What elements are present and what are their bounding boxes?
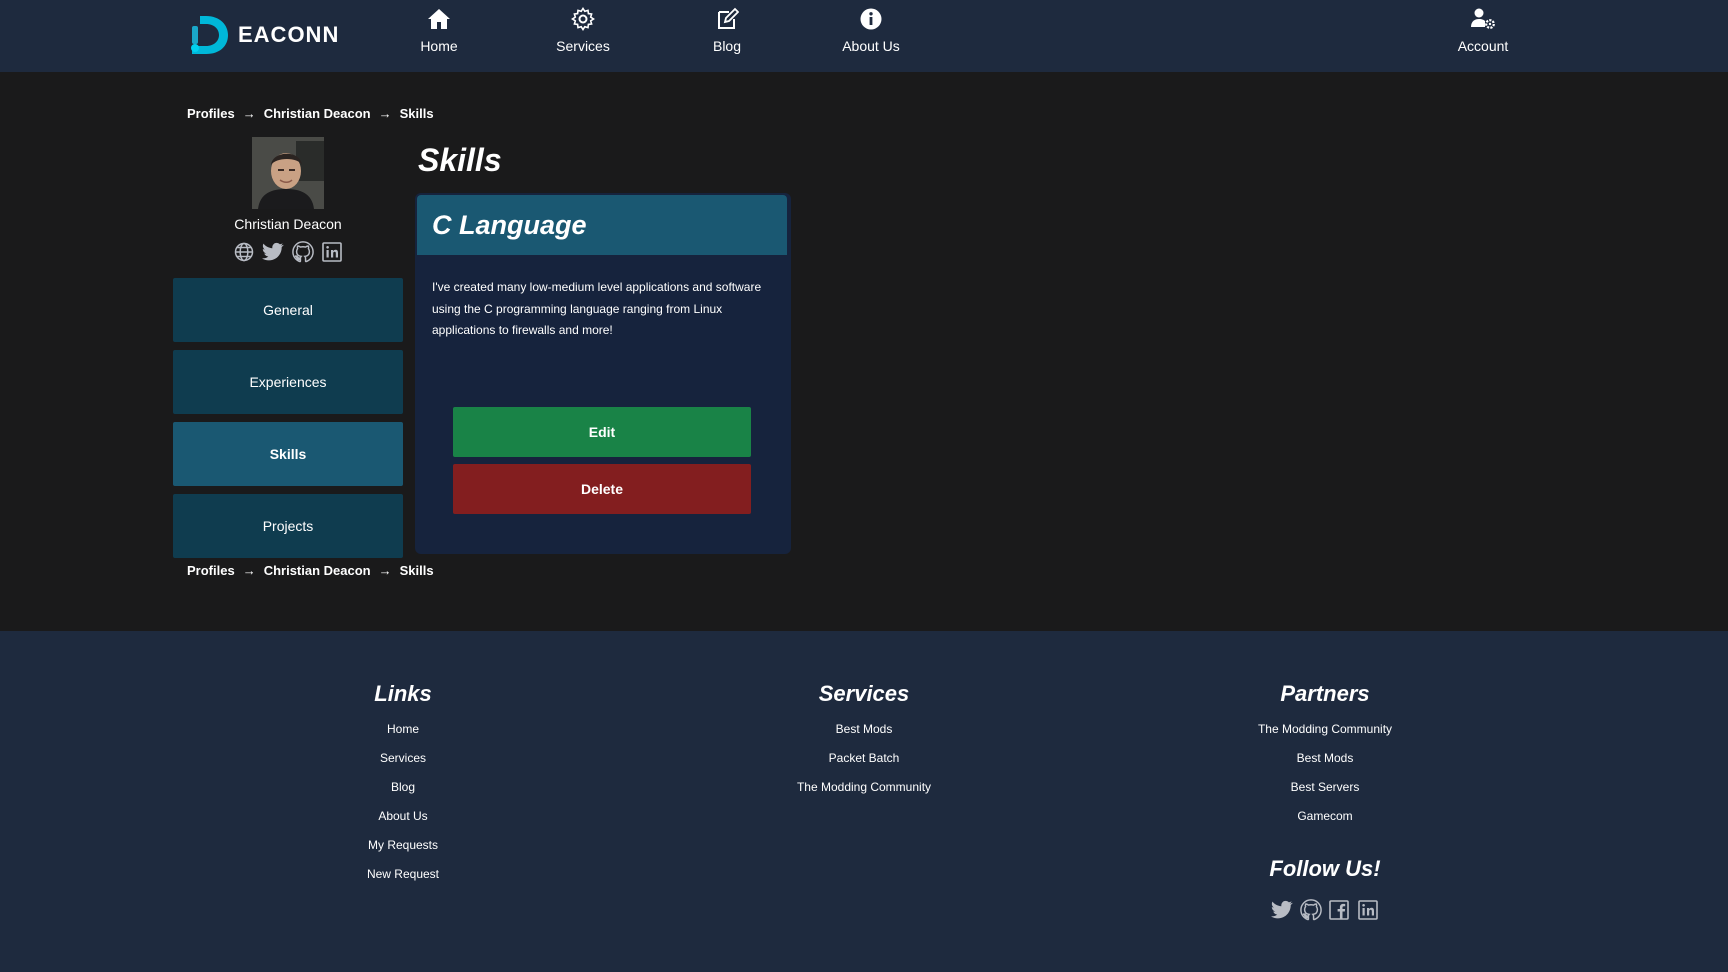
footer-partner-best-servers[interactable]: Best Servers <box>1291 773 1360 802</box>
skill-name: C Language <box>432 209 587 240</box>
sidebar-item-experiences[interactable]: Experiences <box>173 350 403 414</box>
breadcrumb-arrow-icon: → <box>242 562 256 578</box>
nav-account-label: Account <box>1457 38 1509 54</box>
breadcrumb-profiles[interactable]: Profiles <box>187 563 235 578</box>
footer-links-column: Links Home Services Blog About Us My Req… <box>283 681 523 889</box>
footer-link-new-request[interactable]: New Request <box>367 860 439 889</box>
globe-icon[interactable] <box>233 241 255 263</box>
nav-about-us-label: About Us <box>842 38 900 54</box>
breadcrumb-skills[interactable]: Skills <box>400 106 434 121</box>
footer-link-blog[interactable]: Blog <box>391 773 415 802</box>
avatar <box>252 137 324 209</box>
sidebar-item-label: Projects <box>262 518 314 534</box>
footer-services-heading: Services <box>818 681 910 706</box>
nav-blog[interactable]: Blog <box>702 6 752 64</box>
footer-service-best-mods[interactable]: Best Mods <box>836 715 893 744</box>
nav-about-us[interactable]: About Us <box>836 6 906 64</box>
brand-logo[interactable]: EACONN <box>186 12 354 58</box>
home-icon <box>426 6 452 32</box>
breadcrumb-bottom: Profiles → Christian Deacon → Skills <box>187 560 434 580</box>
breadcrumb-profile-name[interactable]: Christian Deacon <box>264 106 371 121</box>
footer-link-about-us[interactable]: About Us <box>378 802 427 831</box>
footer-link-services[interactable]: Services <box>380 744 426 773</box>
linkedin-icon[interactable] <box>1357 899 1379 921</box>
footer-links-heading: Links <box>374 681 432 706</box>
twitter-icon[interactable] <box>262 241 285 263</box>
breadcrumb-arrow-icon: → <box>242 105 256 121</box>
logo-d-mark-icon <box>191 16 228 54</box>
breadcrumb-profile-name[interactable]: Christian Deacon <box>264 563 371 578</box>
top-navbar: EACONN Home Services Blog About Us Accou… <box>0 0 1728 72</box>
footer-link-my-requests[interactable]: My Requests <box>368 831 438 860</box>
breadcrumb-top: Profiles → Christian Deacon → Skills <box>187 103 434 123</box>
sidebar-item-label: Skills <box>269 446 307 462</box>
footer-follow-heading: Follow Us! <box>1269 856 1381 881</box>
footer-partner-modding-community[interactable]: The Modding Community <box>1258 715 1392 744</box>
github-icon[interactable] <box>1299 899 1322 921</box>
sidebar-item-label: Experiences <box>249 374 327 390</box>
sidebar-item-label: General <box>263 302 313 318</box>
nav-home[interactable]: Home <box>414 6 464 64</box>
footer-service-modding-community[interactable]: The Modding Community <box>797 773 931 802</box>
profile-name: Christian Deacon <box>234 216 342 232</box>
skill-description: I've created many low-medium level appli… <box>432 280 762 337</box>
breadcrumb-arrow-icon: → <box>378 562 392 578</box>
breadcrumb-skills[interactable]: Skills <box>400 563 434 578</box>
user-gear-icon <box>1470 6 1496 32</box>
footer-service-packet-batch[interactable]: Packet Batch <box>829 744 900 773</box>
sidebar-item-general[interactable]: General <box>173 278 403 342</box>
nav-account[interactable]: Account <box>1452 6 1514 64</box>
footer-partners-column: Partners The Modding Community Best Mods… <box>1205 681 1445 831</box>
footer-services-column: Services Best Mods Packet Batch The Modd… <box>744 681 984 802</box>
nav-services[interactable]: Services <box>553 6 613 64</box>
github-icon[interactable] <box>291 241 314 263</box>
skill-card: C Language I've created many low-medium … <box>415 193 791 554</box>
footer: Links Home Services Blog About Us My Req… <box>0 631 1728 972</box>
sidebar-item-projects[interactable]: Projects <box>173 494 403 558</box>
footer-link-home[interactable]: Home <box>387 715 419 744</box>
facebook-icon[interactable] <box>1328 899 1350 921</box>
info-icon <box>858 6 884 32</box>
gear-icon <box>570 6 596 32</box>
breadcrumb-profiles[interactable]: Profiles <box>187 106 235 121</box>
delete-button[interactable]: Delete <box>453 464 751 514</box>
edit-note-icon <box>714 6 740 32</box>
edit-button[interactable]: Edit <box>453 407 751 457</box>
skill-card-header: C Language <box>417 195 787 255</box>
sidebar-item-skills[interactable]: Skills <box>173 422 403 486</box>
nav-services-label: Services <box>556 38 610 54</box>
nav-home-label: Home <box>420 38 458 54</box>
footer-social-links <box>1271 899 1379 921</box>
profile-social-links <box>233 241 343 263</box>
footer-partner-gamecom[interactable]: Gamecom <box>1297 802 1352 831</box>
page-title: Skills <box>418 142 502 178</box>
nav-blog-label: Blog <box>712 38 742 54</box>
footer-partner-best-mods[interactable]: Best Mods <box>1297 744 1354 773</box>
footer-partners-heading: Partners <box>1280 681 1370 706</box>
breadcrumb-arrow-icon: → <box>378 105 392 121</box>
brand-name: EACONN <box>238 22 340 47</box>
linkedin-icon[interactable] <box>321 241 343 263</box>
twitter-icon[interactable] <box>1271 899 1293 921</box>
